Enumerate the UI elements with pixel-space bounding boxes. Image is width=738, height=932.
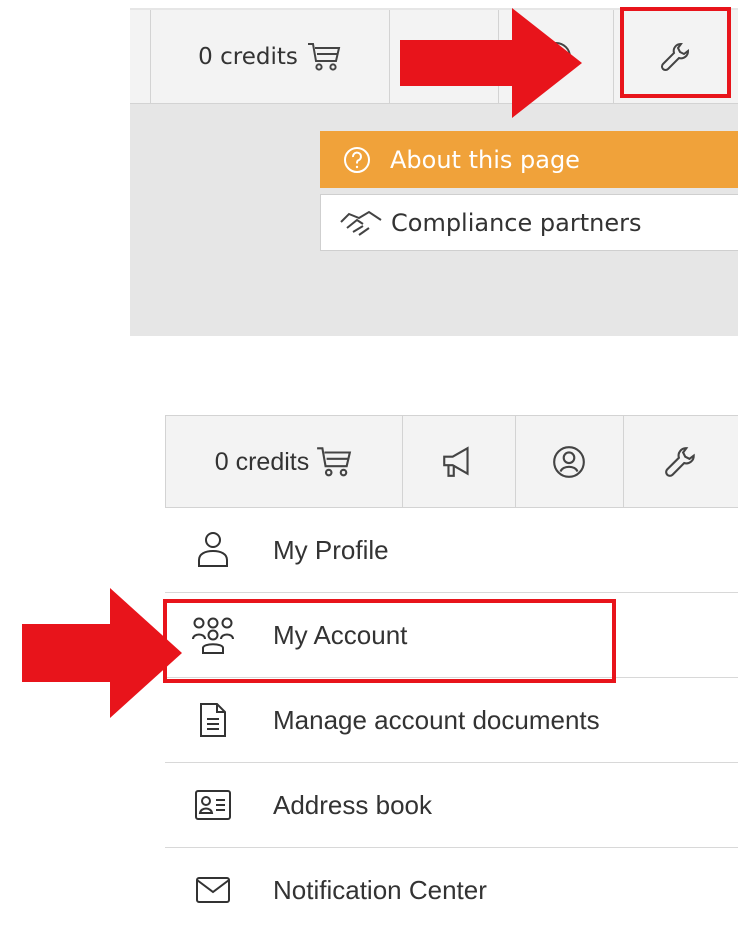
user-circle-icon	[553, 446, 585, 478]
contact-card-icon	[195, 790, 231, 820]
handshake-icon	[340, 210, 382, 236]
credits-cart-button[interactable]: 0 credits	[165, 416, 403, 508]
cart-icon	[307, 43, 341, 71]
highlight-tools-button	[620, 7, 731, 98]
question-circle-icon	[344, 146, 370, 173]
announcements-button[interactable]	[401, 416, 516, 508]
megaphone-icon	[443, 446, 469, 477]
document-icon	[200, 703, 226, 737]
manage-account-documents-label: Manage account documents	[273, 704, 600, 735]
wrench-icon	[664, 447, 695, 477]
cart-icon	[317, 447, 352, 477]
notification-center-label: Notification Center	[273, 874, 487, 905]
toolbar: 0 credits	[165, 415, 738, 508]
highlight-my-account	[163, 599, 616, 683]
menu-item-notification-center[interactable]: Notification Center	[165, 848, 738, 932]
menu-item-manage-account-documents[interactable]: Manage account documents	[165, 678, 738, 763]
credits-label: 0 credits	[198, 44, 298, 70]
user-icon	[198, 532, 228, 567]
tools-button[interactable]	[623, 416, 738, 508]
profile-button[interactable]	[515, 416, 624, 508]
red-arrow-right-icon	[22, 588, 182, 718]
credits-cart-button[interactable]: 0 credits	[150, 10, 390, 104]
my-profile-label: My Profile	[273, 534, 389, 565]
credits-label: 0 credits	[214, 447, 310, 476]
address-book-label: Address book	[273, 789, 432, 820]
menu-item-compliance-partners[interactable]: Compliance partners	[320, 194, 738, 251]
red-arrow-right-icon	[400, 8, 582, 118]
envelope-icon	[196, 877, 230, 903]
compliance-partners-label: Compliance partners	[391, 208, 642, 237]
menu-item-address-book[interactable]: Address book	[165, 763, 738, 848]
menu-item-about-this-page[interactable]: About this page	[320, 131, 738, 188]
menu-item-my-profile[interactable]: My Profile	[165, 508, 738, 593]
about-this-page-label: About this page	[390, 145, 580, 174]
